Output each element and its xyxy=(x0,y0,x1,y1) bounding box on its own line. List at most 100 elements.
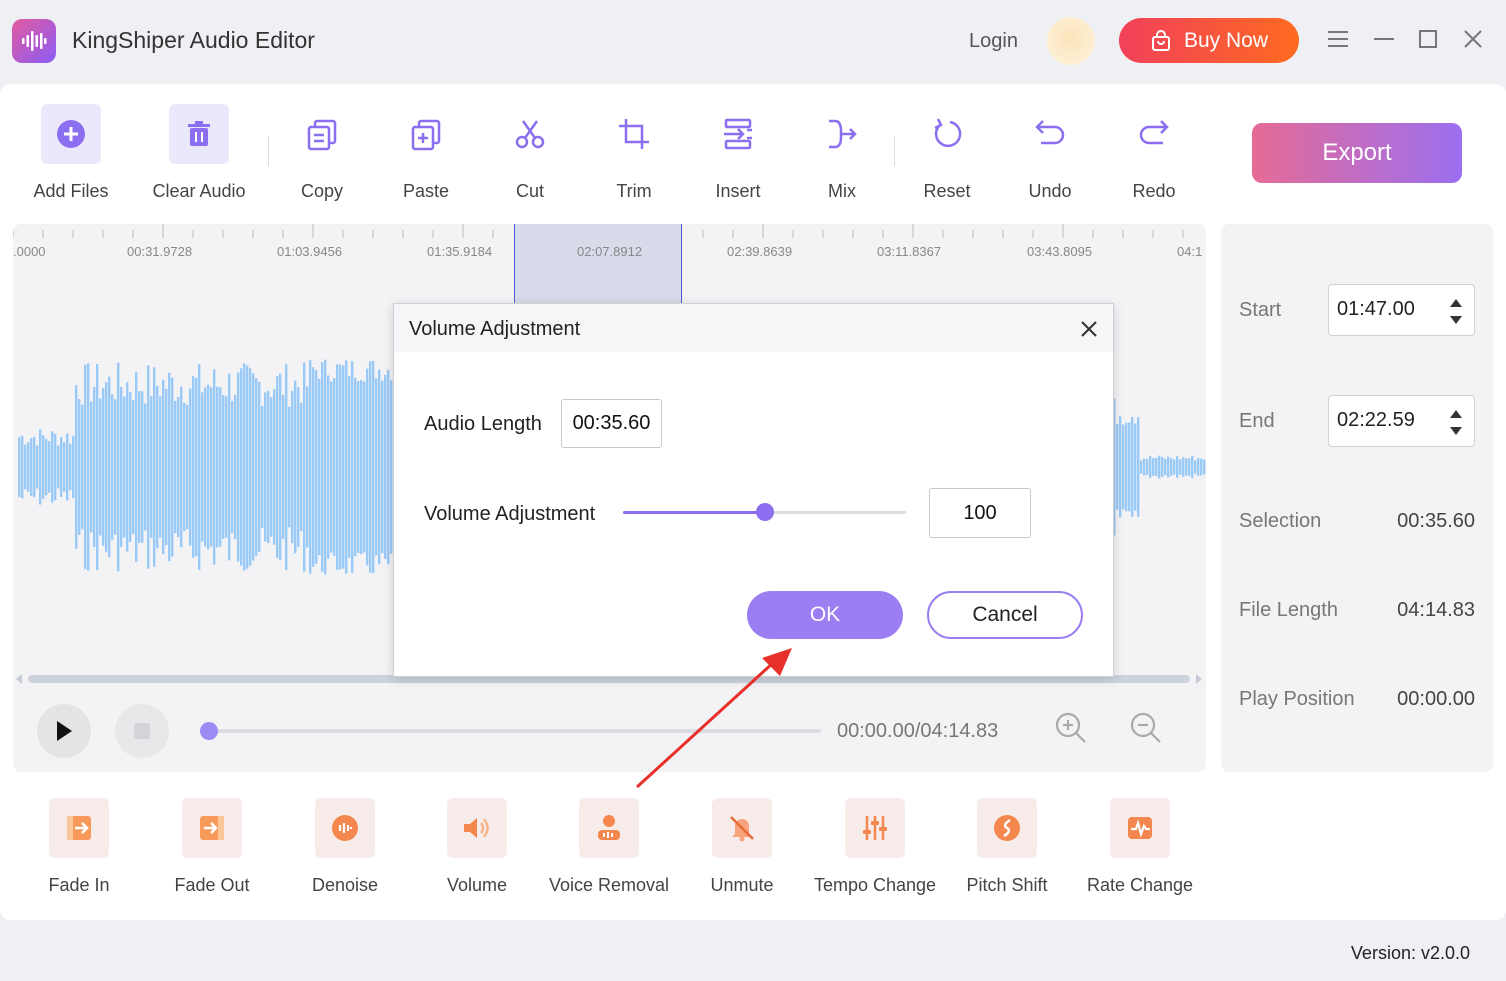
waveform-bar xyxy=(372,360,375,574)
export-button[interactable]: Export xyxy=(1252,123,1462,183)
denoise-button[interactable]: Denoise xyxy=(280,798,410,896)
waveform-bar xyxy=(210,387,213,547)
start-time-input[interactable]: 01:47.00 xyxy=(1328,284,1475,336)
dialog-header: Volume Adjustment xyxy=(394,304,1113,352)
waveform-bar xyxy=(1188,458,1191,476)
scroll-right-icon[interactable] xyxy=(1195,674,1203,684)
waveform-bar xyxy=(252,373,255,561)
cancel-button[interactable]: Cancel xyxy=(927,591,1083,639)
waveform-bar xyxy=(48,441,51,493)
selection-region[interactable] xyxy=(514,224,682,304)
volume-button[interactable]: Volume xyxy=(412,798,542,896)
waveform-bar xyxy=(345,360,348,574)
waveform-bar xyxy=(24,444,27,490)
waveform-bar xyxy=(255,378,258,556)
waveform-bar xyxy=(318,378,321,556)
timeline-ruler[interactable]: .0000 00:31.9728 01:03.9456 01:35.9184 0… xyxy=(13,224,1206,304)
app-title: KingShiper Audio Editor xyxy=(72,27,315,53)
clear-audio-button[interactable]: Clear Audio xyxy=(149,104,249,202)
waveform-bar xyxy=(108,376,111,558)
tempo-change-button[interactable]: Tempo Change xyxy=(810,798,940,896)
trim-button[interactable]: Trim xyxy=(584,104,684,202)
minimize-icon[interactable] xyxy=(1369,24,1399,54)
waveform-bar xyxy=(1176,456,1179,478)
waveform-bar xyxy=(204,387,207,547)
waveform-bar xyxy=(291,390,294,544)
end-increment-icon[interactable] xyxy=(1450,410,1462,418)
end-time-input[interactable]: 02:22.59 xyxy=(1328,395,1475,447)
voice-removal-button[interactable]: Voice Removal xyxy=(544,798,674,896)
tempo-change-label: Tempo Change xyxy=(813,875,937,895)
copy-button[interactable]: Copy xyxy=(272,104,372,202)
waveform-bar xyxy=(285,363,288,571)
waveform-bar xyxy=(1122,424,1125,510)
fade-in-button[interactable]: Fade In xyxy=(14,798,144,896)
rate-change-button[interactable]: Rate Change xyxy=(1075,798,1205,896)
waveform-bar xyxy=(156,385,159,549)
rate-change-label: Rate Change xyxy=(1086,875,1194,895)
start-decrement-icon[interactable] xyxy=(1450,316,1462,324)
voice-removal-icon xyxy=(579,798,639,858)
tick-label: 01:35.9184 xyxy=(427,244,493,259)
waveform-bar xyxy=(1119,416,1122,518)
waveform-bar xyxy=(1161,456,1164,478)
start-increment-icon[interactable] xyxy=(1450,299,1462,307)
undo-button[interactable]: Undo xyxy=(1000,104,1100,202)
mix-button[interactable]: Mix xyxy=(792,104,892,202)
buy-now-button[interactable]: Buy Now xyxy=(1119,18,1299,63)
add-files-button[interactable]: Add Files xyxy=(21,104,121,202)
waveform-bar xyxy=(1170,458,1173,476)
volume-value-input[interactable]: 100 xyxy=(929,488,1031,538)
waveform-bar xyxy=(27,442,30,492)
zoom-out-icon[interactable] xyxy=(1129,711,1163,745)
ok-button[interactable]: OK xyxy=(747,591,903,639)
waveform-bar xyxy=(1140,460,1143,474)
end-decrement-icon[interactable] xyxy=(1450,427,1462,435)
playback-progress-track[interactable] xyxy=(207,729,821,733)
unmute-label: Unmute xyxy=(710,875,774,895)
play-button[interactable] xyxy=(37,704,91,758)
waveform-bar xyxy=(327,375,330,559)
menu-icon[interactable] xyxy=(1323,24,1353,54)
reset-button[interactable]: Reset xyxy=(897,104,997,202)
waveform-bar xyxy=(117,362,120,572)
volume-slider-knob[interactable] xyxy=(755,503,774,521)
stop-button[interactable] xyxy=(115,704,169,758)
scroll-left-icon[interactable] xyxy=(15,674,23,684)
fade-in-label: Fade In xyxy=(48,875,110,895)
unmute-button[interactable]: Unmute xyxy=(677,798,807,896)
fade-out-button[interactable]: Fade Out xyxy=(147,798,277,896)
login-link[interactable]: Login xyxy=(969,30,1018,53)
waveform-bar xyxy=(21,435,24,499)
tempo-change-icon xyxy=(845,798,905,858)
waveform-bar xyxy=(222,395,225,539)
waveform-bar xyxy=(1191,455,1194,479)
insert-button[interactable]: Insert xyxy=(688,104,788,202)
waveform-bar xyxy=(1182,457,1185,477)
waveform-bar xyxy=(1128,422,1131,512)
avatar[interactable] xyxy=(1047,17,1095,65)
waveform-bar xyxy=(138,391,141,543)
trim-label: Trim xyxy=(616,181,652,201)
paste-button[interactable]: Paste xyxy=(376,104,476,202)
waveform-bar xyxy=(192,376,195,558)
waveform-bar xyxy=(84,364,87,570)
close-window-icon[interactable] xyxy=(1458,24,1488,54)
playback-progress-knob[interactable] xyxy=(200,722,218,740)
scissors-icon xyxy=(500,104,560,164)
waveform-bar xyxy=(1149,456,1152,478)
redo-button[interactable]: Redo xyxy=(1104,104,1204,202)
zoom-in-icon[interactable] xyxy=(1054,711,1088,745)
pitch-shift-button[interactable]: Pitch Shift xyxy=(942,798,1072,896)
waveform-bar xyxy=(351,361,354,573)
close-icon[interactable] xyxy=(1080,320,1098,338)
waveform-bar xyxy=(375,378,378,556)
waveform-bar xyxy=(1116,424,1119,510)
insert-label: Insert xyxy=(715,181,761,201)
maximize-icon[interactable] xyxy=(1413,24,1443,54)
waveform-bar xyxy=(33,436,36,498)
waveform-bar xyxy=(1197,458,1200,476)
cut-button[interactable]: Cut xyxy=(480,104,580,202)
waveform-bar xyxy=(1194,460,1197,474)
app-logo-icon xyxy=(12,19,56,63)
